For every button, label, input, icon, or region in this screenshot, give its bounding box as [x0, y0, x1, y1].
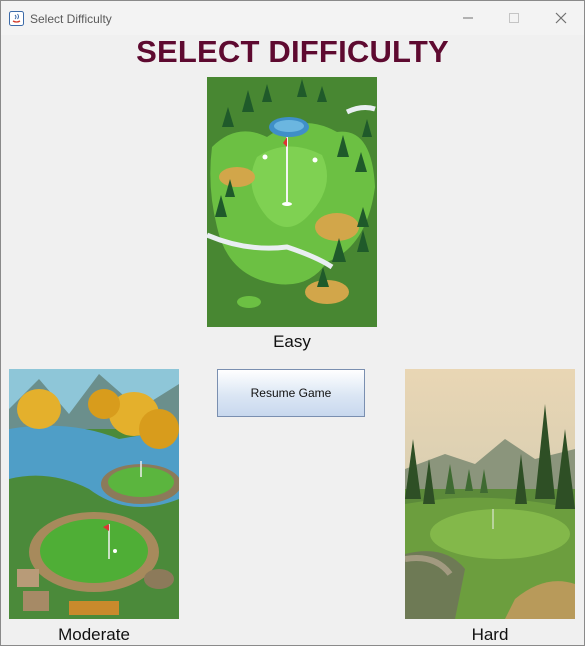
maximize-button[interactable]	[491, 1, 537, 35]
hard-difficulty-image[interactable]	[405, 369, 575, 619]
moderate-label: Moderate	[58, 625, 130, 644]
minimize-button[interactable]	[445, 1, 491, 35]
java-app-icon	[9, 11, 24, 26]
moderate-difficulty-image[interactable]	[9, 369, 179, 619]
easy-label: Easy	[273, 332, 311, 351]
close-icon	[555, 12, 567, 24]
hard-label: Hard	[471, 625, 509, 644]
dialog-window: Select Difficulty SELECT DIFFICULTY Easy…	[0, 0, 585, 646]
resume-game-button[interactable]: Resume Game	[217, 369, 365, 417]
maximize-icon	[509, 13, 519, 23]
close-button[interactable]	[538, 1, 584, 35]
title-bar[interactable]: Select Difficulty	[1, 1, 584, 35]
page-title: SELECT DIFFICULTY	[136, 34, 449, 69]
easy-difficulty-image[interactable]	[207, 77, 377, 327]
window-title: Select Difficulty	[30, 12, 112, 26]
minimize-icon	[463, 17, 473, 19]
